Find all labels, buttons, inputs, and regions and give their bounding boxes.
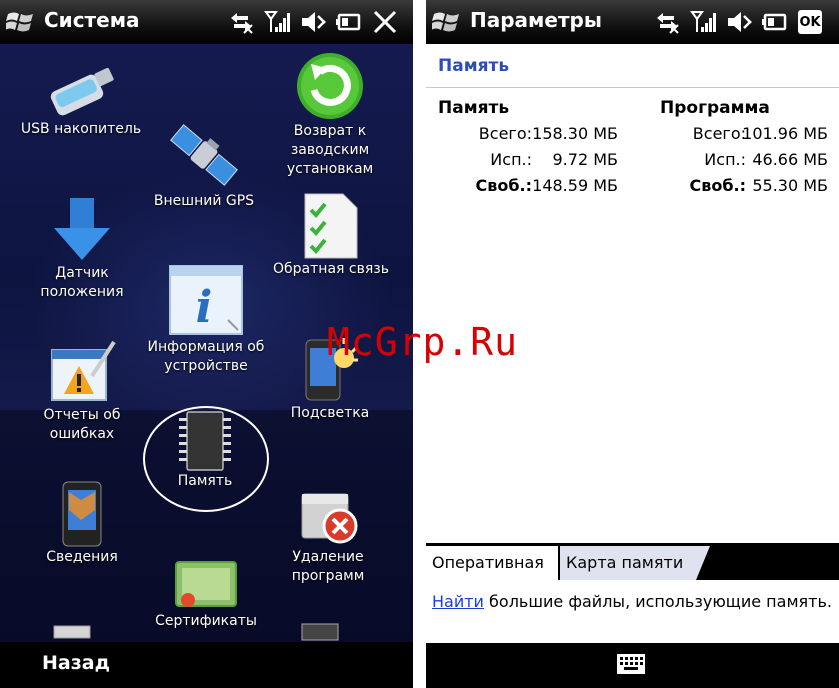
app-about[interactable]: Сведения: [24, 480, 140, 567]
app-factory-reset[interactable]: Возврат к заводским установкам: [268, 50, 392, 179]
refresh-icon: [297, 53, 363, 119]
sync-icon[interactable]: [228, 9, 254, 35]
arrow-down-icon: [54, 198, 110, 260]
battery-icon[interactable]: [336, 9, 362, 35]
battery-icon[interactable]: [762, 9, 788, 35]
signal-icon[interactable]: [264, 9, 290, 35]
signal-icon[interactable]: [690, 9, 716, 35]
windows-logo-icon[interactable]: [432, 9, 462, 35]
close-icon[interactable]: [372, 9, 398, 35]
tab-memory-card[interactable]: Карта памяти: [560, 546, 710, 580]
partial-app-icon: [53, 625, 91, 639]
program-used-row: Исп.: 46.66 МБ: [704, 150, 828, 169]
app-external-gps[interactable]: Внешний GPS: [142, 118, 266, 211]
memory-chip-icon: [179, 411, 231, 471]
watermark: McGrp.Ru: [327, 320, 519, 364]
partial-app-icon: [301, 623, 339, 641]
storage-header: Память: [438, 98, 510, 118]
status-bar: Система: [0, 0, 413, 44]
keyboard-icon[interactable]: [616, 652, 646, 676]
remove-program-icon: [301, 493, 358, 544]
back-button[interactable]: Назад: [42, 652, 110, 674]
app-uninstall[interactable]: Удаление программ: [272, 486, 384, 586]
window-title: Система: [44, 8, 140, 32]
speaker-mute-icon[interactable]: [726, 9, 752, 35]
svg-text:i: i: [196, 282, 213, 333]
app-error-reports[interactable]: Отчеты об ошибках: [20, 336, 144, 444]
speaker-mute-icon[interactable]: [300, 9, 326, 35]
app-certificates[interactable]: Сертификаты: [144, 556, 268, 631]
storage-total-row: Всего: 158.30 МБ: [478, 124, 618, 143]
program-free-row: Своб.: 55.30 МБ: [689, 176, 828, 195]
app-device-info[interactable]: i Информация об устройстве: [140, 262, 272, 376]
status-bar: Параметры OK: [426, 0, 839, 44]
window-title: Параметры: [470, 8, 602, 32]
checklist-icon: [304, 193, 358, 259]
hint-text: Найти большие файлы, использующие память…: [432, 592, 832, 611]
storage-memory-group: Память Всего: 158.30 МБ Исп.: 9.72 МБ Св…: [438, 98, 628, 202]
phone-info-icon: [62, 481, 102, 547]
error-report-icon: [51, 340, 116, 401]
usb-drive-icon: [50, 67, 114, 116]
program-memory-group: Программа Всего: 101.96 МБ Исп.: 46.66 М…: [660, 98, 838, 202]
info-icon: i: [169, 265, 243, 335]
windows-logo-icon[interactable]: [6, 9, 36, 35]
ok-button[interactable]: OK: [798, 10, 822, 34]
sync-icon[interactable]: [654, 9, 680, 35]
find-link[interactable]: Найти: [432, 592, 484, 611]
storage-used-row: Исп.: 9.72 МБ: [490, 150, 618, 169]
satellite-icon: [170, 124, 238, 186]
program-header: Программа: [660, 98, 770, 118]
app-usb-storage[interactable]: USB накопитель: [14, 60, 148, 139]
tab-ram[interactable]: Оперативная: [426, 546, 558, 580]
program-total-row: Всего: 101.96 МБ: [692, 124, 828, 143]
certificate-icon: [175, 561, 237, 607]
app-feedback[interactable]: Обратная связь: [266, 192, 396, 279]
app-memory[interactable]: Память: [150, 410, 260, 491]
section-title: Память: [438, 56, 510, 76]
app-position-sensor[interactable]: Датчик положения: [22, 196, 142, 302]
section-header: Память: [426, 44, 839, 88]
storage-free-row: Своб.: 148.59 МБ: [475, 176, 618, 195]
